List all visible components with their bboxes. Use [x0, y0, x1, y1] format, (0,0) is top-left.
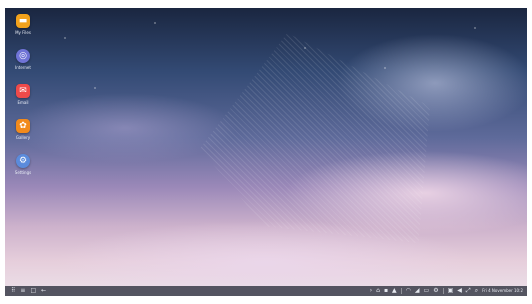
home-icon[interactable]: □ — [30, 286, 36, 296]
back-icon[interactable]: ← — [41, 286, 46, 296]
desktop-icon-my-files[interactable]: ▬ My Files — [10, 14, 36, 46]
desktop-icon-label: My Files — [15, 30, 31, 35]
desktop-icon-label: Settings — [14, 170, 32, 175]
volume-icon[interactable]: ◀ — [457, 286, 462, 296]
desktop-icon-internet[interactable]: ◎ Internet — [10, 49, 36, 81]
notification-2-icon[interactable]: ▪ — [384, 286, 388, 296]
screenshot-icon[interactable]: ▣ — [448, 286, 454, 296]
fullscreen-icon[interactable]: ⤢ — [466, 286, 471, 296]
desktop-icon-label: Email — [17, 100, 29, 105]
desktop-icon-email[interactable]: ✉ Email — [10, 84, 36, 116]
taskbar-status-area: › ⌂ ▪ ▲ ◠ ◢ ▭ ⚙ ▣ ◀ ⤢ ⌕ Fri 4 November 1… — [370, 286, 523, 296]
desktop-icon-label: Internet — [15, 65, 31, 70]
internet-icon: ◎ — [16, 49, 30, 63]
folder-icon: ▬ — [16, 14, 30, 28]
search-icon[interactable]: ⌕ — [475, 286, 478, 296]
desktop-screen: ▬ My Files ◎ Internet ✉ Email ✿ Gallery … — [5, 8, 527, 296]
settings-icon: ⚙ — [16, 154, 30, 168]
apps-grid-icon[interactable]: ⠿ — [11, 286, 15, 296]
taskbar: ⠿ ≡ □ ← › ⌂ ▪ ▲ ◠ ◢ ▭ ⚙ ▣ ◀ ⤢ ⌕ Fri 4 No… — [5, 286, 527, 296]
notification-icon[interactable]: ⌂ — [376, 286, 380, 296]
settings-quick-icon[interactable]: ⚙ — [433, 286, 438, 296]
taskbar-divider — [442, 288, 444, 294]
taskbar-divider — [400, 288, 402, 294]
wifi-icon[interactable]: ◠ — [406, 286, 411, 296]
desktop-icon-gallery[interactable]: ✿ Gallery — [10, 119, 36, 151]
chevron-icon[interactable]: › — [370, 286, 372, 296]
desktop-icon-settings[interactable]: ⚙ Settings — [10, 154, 36, 186]
email-icon: ✉ — [16, 84, 30, 98]
recent-apps-icon[interactable]: ≡ — [20, 286, 25, 296]
gallery-icon: ✿ — [16, 119, 30, 133]
taskbar-clock: Fri 4 November 10:2 — [482, 288, 523, 293]
battery-icon[interactable]: ▭ — [424, 286, 430, 296]
desktop-icon-label: Gallery — [15, 135, 31, 140]
signal-icon[interactable]: ◢ — [415, 286, 420, 296]
taskbar-nav-buttons: ⠿ ≡ □ ← — [11, 286, 46, 296]
notification-3-icon[interactable]: ▲ — [392, 286, 397, 296]
